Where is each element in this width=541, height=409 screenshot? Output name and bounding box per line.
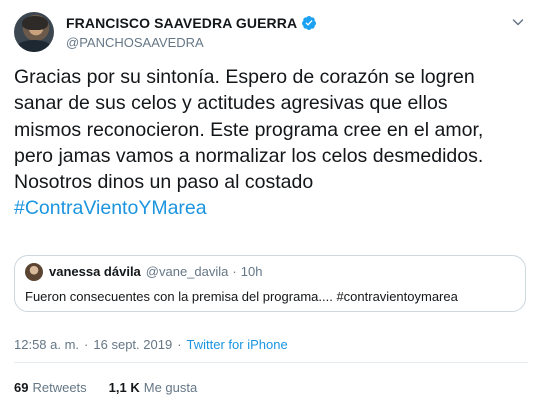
quoted-text: Fueron consecuentes con la premisa del p… bbox=[25, 289, 458, 304]
likes-stat[interactable]: 1,1 K Me gusta bbox=[109, 380, 198, 395]
tweet-date[interactable]: 16 sept. 2019 bbox=[93, 337, 172, 352]
tweet-meta: 12:58 a. m. · 16 sept. 2019 · Twitter fo… bbox=[14, 337, 288, 352]
tweet-text-line: Gracias por su sintonía. Espero de coraz… bbox=[14, 66, 475, 88]
stats-spacer bbox=[87, 380, 109, 395]
author-avatar[interactable] bbox=[14, 12, 54, 52]
divider bbox=[14, 362, 528, 363]
tweet-text: Gracias por su sintonía. Espero de coraz… bbox=[14, 64, 529, 222]
hashtag-link[interactable]: #ContraVientoYMarea bbox=[14, 195, 529, 221]
retweets-stat[interactable]: 69 Retweets bbox=[14, 380, 87, 395]
quoted-avatar bbox=[25, 263, 43, 281]
quoted-time: 10h bbox=[240, 264, 263, 279]
tweet-text-line: Nosotros dinos un paso al costado bbox=[14, 171, 314, 194]
tweet-time[interactable]: 12:58 a. m. bbox=[14, 337, 79, 352]
verified-badge-icon bbox=[301, 15, 317, 31]
tweet-text-line: mismos reconocieron. Este programa cree … bbox=[14, 118, 484, 141]
quoted-handle: @vane_davila bbox=[145, 264, 229, 279]
likes-count: 1,1 K bbox=[108, 380, 140, 395]
quoted-header: vanessa dávila @vane_davila · 10h bbox=[49, 264, 262, 279]
retweets-count: 69 bbox=[14, 380, 29, 395]
likes-label: Me gusta bbox=[143, 380, 198, 395]
tweet-text-line: sanar de sus celos y actitudes agresivas… bbox=[14, 92, 448, 115]
author-name-row: FRANCISCO SAAVEDRA GUERRA bbox=[66, 15, 317, 31]
retweets-label: Retweets bbox=[32, 380, 87, 395]
tweet-stats: 69 Retweets 1,1 K Me gusta bbox=[14, 380, 197, 395]
meta-separator: · bbox=[177, 337, 182, 352]
tweet-source-link[interactable]: Twitter for iPhone bbox=[187, 337, 288, 352]
chevron-down-icon[interactable] bbox=[510, 14, 526, 30]
quoted-tweet[interactable]: vanessa dávila @vane_davila · 10h Fueron… bbox=[14, 255, 526, 312]
tweet-card: FRANCISCO SAAVEDRA GUERRA @PANCHOSAAVEDR… bbox=[0, 0, 541, 409]
quoted-separator: · bbox=[232, 264, 237, 279]
quoted-display-name: vanessa dávila bbox=[49, 264, 141, 279]
author-display-name[interactable]: FRANCISCO SAAVEDRA GUERRA bbox=[66, 15, 297, 31]
avatar-hair bbox=[22, 16, 48, 30]
author-handle[interactable]: @PANCHOSAAVEDRA bbox=[66, 35, 204, 50]
avatar-shirt bbox=[16, 40, 52, 52]
meta-separator: · bbox=[84, 337, 89, 352]
tweet-text-line: pero jamas vamos a normalizar los celos … bbox=[14, 144, 484, 167]
